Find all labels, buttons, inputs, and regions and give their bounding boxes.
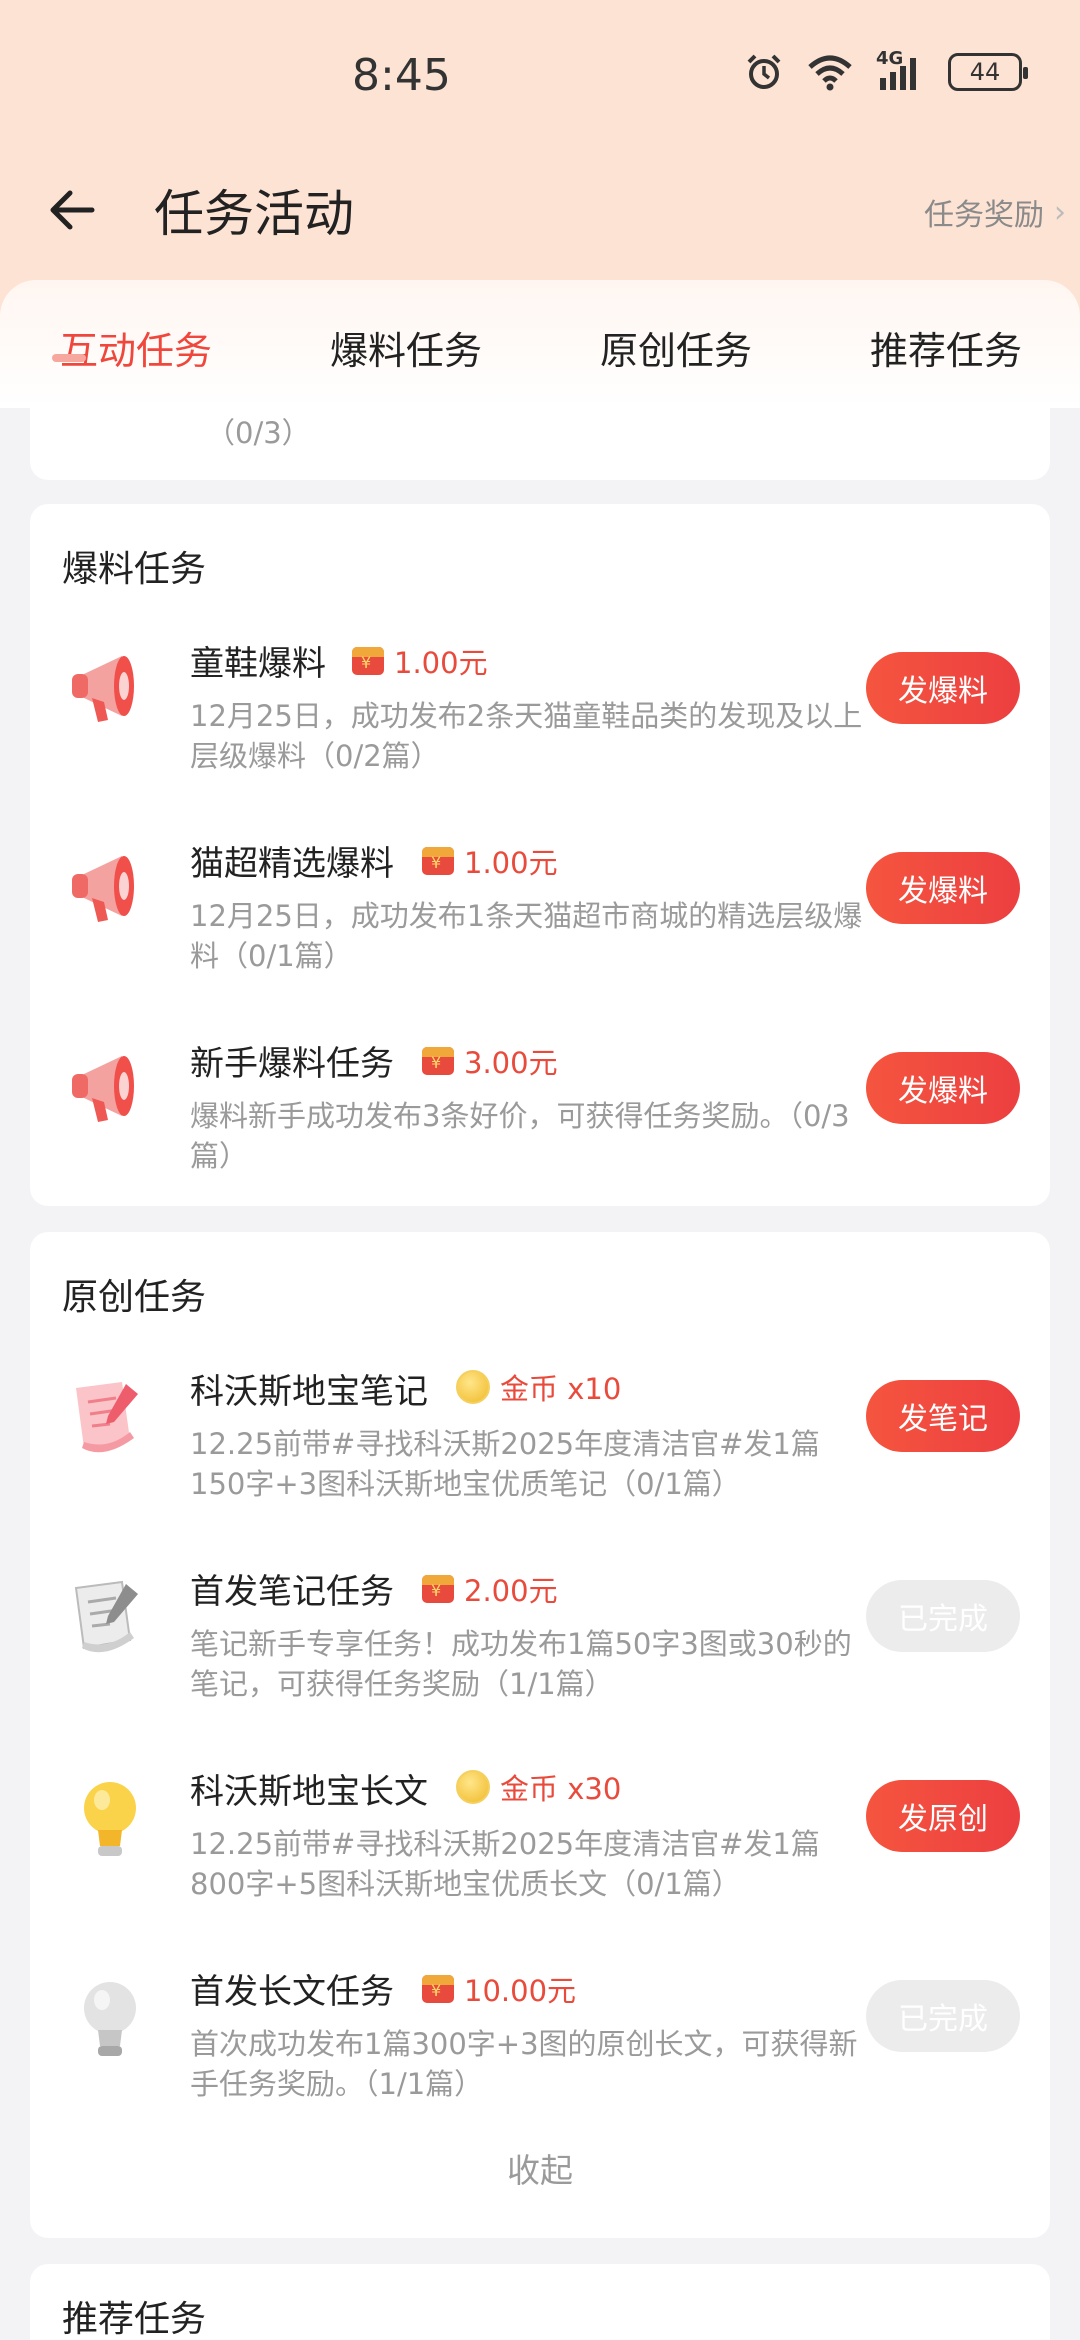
arrow-left-icon <box>50 190 95 230</box>
completed-button: 已完成 <box>866 1980 1020 2052</box>
task-name: 科沃斯地宝笔记 <box>190 1372 428 1412</box>
grey-bulb-icon <box>84 1982 136 2056</box>
task-description: 爆料新手成功发布3条好价，可获得任务奖励。（0/3篇） <box>190 1099 850 1173</box>
task-name: 首发笔记任务 <box>190 1572 394 1612</box>
tab-original[interactable]: 原创任务 <box>600 320 752 375</box>
task-reward: 金币 x30 <box>456 1766 621 1808</box>
task-reward-label: 任务奖励 <box>924 198 1044 233</box>
gold-coin-icon <box>456 1770 490 1804</box>
active-tab-indicator <box>52 354 86 362</box>
interaction-task-card: （0/3） <box>30 408 1050 480</box>
red-packet-icon <box>422 1047 454 1075</box>
task-row: 童鞋爆料 1.00元 12月25日，成功发布2条天猫童鞋品类的发现及以上层级爆料… <box>30 636 1050 806</box>
section-title: 爆料任务 <box>62 549 207 590</box>
section-title: 推荐任务 <box>62 2299 207 2340</box>
task-description: 首次成功发布1篇300字+3图的原创长文，可获得新手任务奖励。（1/1篇） <box>190 2027 858 2101</box>
completed-button: 已完成 <box>866 1580 1020 1652</box>
megaphone-icon <box>72 1056 134 1122</box>
collapse-button[interactable]: 收起 <box>30 2144 1050 2192</box>
megaphone-icon <box>72 856 134 922</box>
task-description: 12月25日，成功发布2条天猫童鞋品类的发现及以上层级爆料（0/2篇） <box>190 699 863 773</box>
battery-level: 44 <box>969 58 1001 86</box>
task-description: 12.25前带#寻找科沃斯2025年度清洁官#发1篇150字+3图科沃斯地宝优质… <box>190 1427 820 1501</box>
reward-amount: 1.00元 <box>464 846 558 880</box>
reward-amount: 3.00元 <box>464 1046 558 1080</box>
grey-note-icon <box>74 1580 138 1653</box>
back-button[interactable] <box>44 182 100 238</box>
tab-bar: 互动任务 爆料任务 原创任务 推荐任务 <box>0 280 1080 408</box>
pink-note-icon <box>76 1382 138 1453</box>
task-reward: 3.00元 <box>422 1040 558 1082</box>
task-row: 科沃斯地宝笔记 金币 x10 12.25前带#寻找科沃斯2025年度清洁官#发1… <box>30 1364 1050 1534</box>
wifi-icon <box>808 55 852 91</box>
task-reward: 金币 x10 <box>456 1366 621 1408</box>
original-task-card: 原创任务 科沃斯地宝笔记 金币 x10 12.25前带#寻找科沃斯2025年度清… <box>30 1232 1050 2238</box>
task-row: 猫超精选爆料 1.00元 12月25日，成功发布1条天猫超市商城的精选层级爆料（… <box>30 836 1050 1006</box>
tab-interaction[interactable]: 互动任务 <box>60 320 212 375</box>
app-header: 任务活动 任务奖励 › <box>0 160 1080 260</box>
task-name: 童鞋爆料 <box>190 644 326 684</box>
task-row: 新手爆料任务 3.00元 爆料新手成功发布3条好价，可获得任务奖励。（0/3篇）… <box>30 1036 1050 1206</box>
reward-amount: 10.00元 <box>464 1974 577 2008</box>
red-packet-icon <box>352 647 384 675</box>
page-title: 任务活动 <box>154 185 354 243</box>
task-reward: 1.00元 <box>352 640 488 682</box>
reward-amount: 2.00元 <box>464 1574 558 1608</box>
task-description: 12月25日，成功发布1条天猫超市商城的精选层级爆料（0/1篇） <box>190 899 863 973</box>
section-title: 原创任务 <box>62 1277 207 1318</box>
task-reward: 1.00元 <box>422 840 558 882</box>
post-baoliao-button[interactable]: 发爆料 <box>866 1052 1020 1124</box>
tab-baoliao[interactable]: 爆料任务 <box>330 320 482 375</box>
red-packet-icon <box>422 847 454 875</box>
task-row: 科沃斯地宝长文 金币 x30 12.25前带#寻找科沃斯2025年度清洁官#发1… <box>30 1764 1050 1934</box>
task-description: 笔记新手专享任务！成功发布1篇50字3图或30秒的笔记，可获得任务奖励（1/1篇… <box>190 1627 852 1701</box>
recommend-task-card: 推荐任务 <box>30 2264 1050 2340</box>
post-baoliao-button[interactable]: 发爆料 <box>866 652 1020 724</box>
status-icons: 4G 44 <box>744 48 1028 92</box>
status-bar: 8:45 4G 44 <box>0 0 1080 150</box>
post-note-button[interactable]: 发笔记 <box>866 1380 1020 1452</box>
yellow-bulb-icon <box>84 1782 136 1856</box>
red-packet-icon <box>422 1575 454 1603</box>
task-reward: 10.00元 <box>422 1968 576 2010</box>
task-description: 12.25前带#寻找科沃斯2025年度清洁官#发1篇800字+5图科沃斯地宝优质… <box>190 1827 820 1901</box>
task-row: 首发长文任务 10.00元 首次成功发布1篇300字+3图的原创长文，可获得新手… <box>30 1964 1050 2134</box>
status-time: 8:45 <box>352 50 451 101</box>
tab-recommend[interactable]: 推荐任务 <box>870 320 1022 375</box>
gold-coin-icon <box>456 1370 490 1404</box>
task-name: 猫超精选爆料 <box>190 844 394 884</box>
megaphone-icon <box>72 656 134 722</box>
baoliao-task-card: 爆料任务 童鞋爆料 1.00元 12月25日，成功发布2条天猫童鞋品类的发现及以… <box>30 504 1050 1206</box>
alarm-icon <box>747 54 781 89</box>
battery-icon: 44 <box>948 53 1028 91</box>
reward-amount: 金币 x30 <box>500 1772 622 1806</box>
post-baoliao-button[interactable]: 发爆料 <box>866 852 1020 924</box>
post-original-button[interactable]: 发原创 <box>866 1780 1020 1852</box>
reward-amount: 金币 x10 <box>500 1372 622 1406</box>
task-reward-link[interactable]: 任务奖励 › <box>924 190 1066 234</box>
task-name: 新手爆料任务 <box>190 1044 394 1084</box>
chevron-right-icon: › <box>1054 194 1066 230</box>
task-name: 科沃斯地宝长文 <box>190 1772 428 1812</box>
task-name: 首发长文任务 <box>190 1972 394 2012</box>
red-packet-icon <box>422 1975 454 2003</box>
task-reward: 2.00元 <box>422 1568 558 1610</box>
task-progress: （0/3） <box>206 416 311 450</box>
reward-amount: 1.00元 <box>394 646 488 680</box>
cell-signal-icon: 4G <box>876 48 926 92</box>
task-row: 首发笔记任务 2.00元 笔记新手专享任务！成功发布1篇50字3图或30秒的笔记… <box>30 1564 1050 1734</box>
